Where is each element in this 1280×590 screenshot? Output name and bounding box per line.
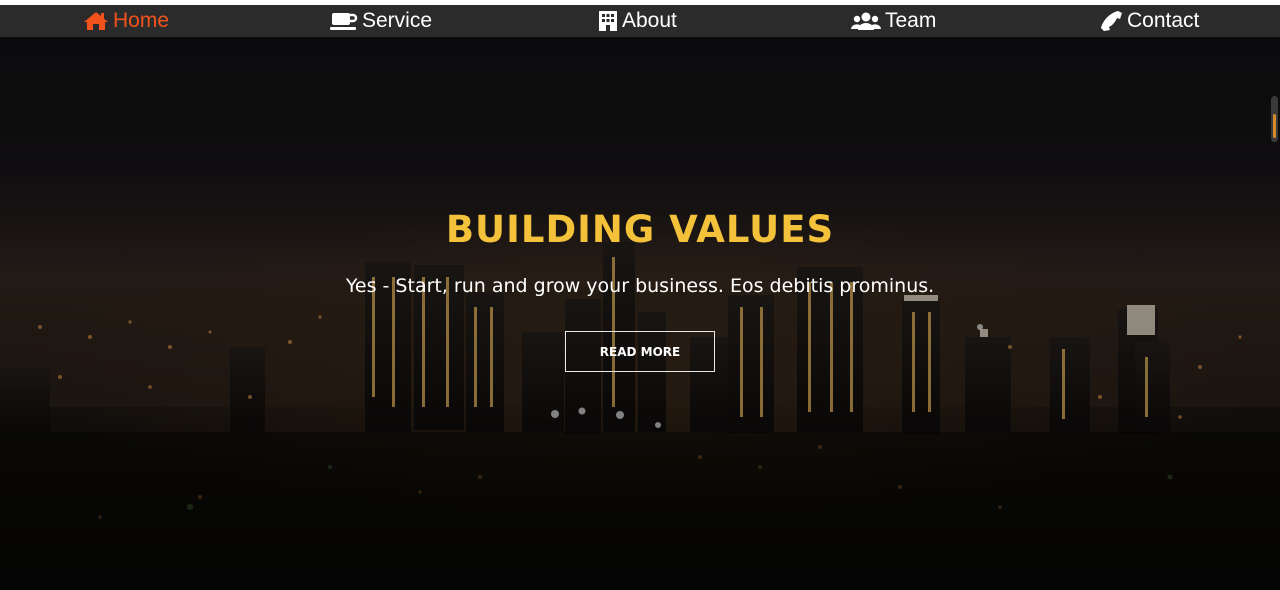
nav-item-label: Team <box>885 9 937 32</box>
nav-item-service[interactable]: Service <box>330 5 432 37</box>
hero-title: BUILDING VALUES <box>445 208 835 251</box>
hero-banner: BUILDING VALUES Yes - Start, run and gro… <box>0 37 1280 590</box>
scroll-indicator-thumb[interactable] <box>1273 114 1276 138</box>
read-more-button[interactable]: READ MORE <box>565 331 715 372</box>
users-icon <box>851 11 881 31</box>
nav-item-team[interactable]: Team <box>851 5 936 37</box>
building-icon <box>598 10 618 32</box>
nav-item-about[interactable]: About <box>598 5 677 37</box>
hero-overlay <box>0 37 1280 590</box>
nav-item-contact[interactable]: Contact <box>1099 5 1199 37</box>
nav-item-label: Service <box>362 9 433 32</box>
scroll-indicator[interactable] <box>1271 96 1278 142</box>
coffee-icon <box>330 11 358 31</box>
nav-item-label: Home <box>113 9 170 32</box>
phone-icon <box>1099 10 1123 32</box>
page: Home Service About Team Contact BUILDING… <box>0 0 1280 590</box>
home-icon <box>83 11 109 31</box>
nav-item-home[interactable]: Home <box>83 5 169 37</box>
navbar: Home Service About Team Contact <box>0 5 1280 37</box>
nav-item-label: Contact <box>1127 9 1200 32</box>
hero-subtitle: Yes - Start, run and grow your business.… <box>345 275 935 297</box>
nav-item-label: About <box>622 9 677 32</box>
